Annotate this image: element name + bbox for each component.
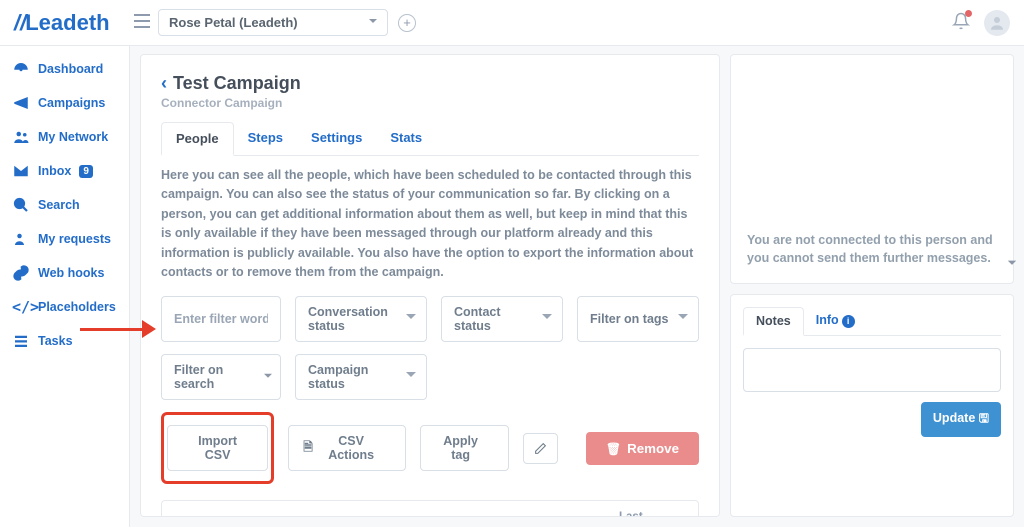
sidebar-item-network[interactable]: My Network	[0, 120, 129, 154]
notifications-icon[interactable]	[952, 12, 970, 33]
menu-toggle-icon[interactable]	[134, 14, 150, 31]
sidebar-item-inbox[interactable]: Inbox 9	[0, 154, 129, 188]
sidebar-item-campaigns[interactable]: Campaigns	[0, 86, 129, 120]
filter-contact-status[interactable]: Contact status	[441, 296, 563, 342]
filter-search[interactable]: Filter on search	[161, 354, 281, 400]
document-icon	[303, 438, 313, 459]
trash-icon	[606, 441, 621, 456]
help-text: Here you can see all the people, which h…	[161, 166, 699, 282]
notes-textarea[interactable]	[743, 348, 1001, 392]
user-avatar[interactable]	[984, 10, 1010, 36]
sidebar: Dashboard Campaigns My Network Inbox 9 S…	[0, 0, 130, 527]
campaign-title: Test Campaign	[173, 73, 301, 94]
filter-campaign-status[interactable]: Campaign status	[295, 354, 427, 400]
tab-notes[interactable]: Notes	[743, 307, 804, 336]
campaign-tabs: People Steps Settings Stats	[161, 122, 699, 156]
apply-tag-button[interactable]: Apply tag	[420, 425, 509, 471]
filter-conversation-status[interactable]: Conversation status	[295, 296, 427, 342]
not-connected-text: You are not connected to this person and…	[747, 231, 997, 267]
tab-people[interactable]: People	[161, 122, 234, 156]
tab-steps[interactable]: Steps	[234, 122, 297, 155]
sidebar-item-dashboard[interactable]: Dashboard	[0, 52, 129, 86]
edit-button[interactable]	[523, 433, 558, 464]
tab-settings[interactable]: Settings	[297, 122, 376, 155]
annotation-arrow	[80, 318, 156, 340]
tab-info[interactable]: Infoi	[804, 307, 867, 335]
info-icon: i	[842, 315, 855, 328]
campaign-subtitle: Connector Campaign	[161, 96, 699, 110]
csv-actions-button[interactable]: CSV Actions	[288, 425, 406, 471]
people-table: Picture Name Steps Tags Status Last Mess…	[161, 500, 699, 517]
remove-button[interactable]: Remove	[586, 432, 699, 465]
inbox-badge: 9	[79, 165, 93, 178]
sidebar-item-requests[interactable]: My requests	[0, 222, 129, 256]
tab-stats[interactable]: Stats	[376, 122, 436, 155]
add-account-button[interactable]: +	[398, 14, 416, 32]
update-button[interactable]: Update	[921, 402, 1001, 437]
sidebar-item-search[interactable]: Search	[0, 188, 129, 222]
back-icon[interactable]: ‹	[161, 73, 167, 94]
notification-dot	[965, 10, 972, 17]
col-last-message: Last Message	[619, 511, 686, 517]
campaign-panel: ‹ Test Campaign Connector Campaign Peopl…	[140, 54, 720, 517]
filter-tags[interactable]: Filter on tags	[577, 296, 699, 342]
import-csv-button[interactable]: Import CSV	[167, 425, 268, 471]
save-icon	[979, 411, 989, 425]
notes-panel: Notes Infoi Update	[730, 294, 1014, 517]
filter-words-input[interactable]	[161, 296, 281, 342]
account-selector[interactable]: Rose Petal (Leadeth)	[158, 9, 388, 36]
brand-logo[interactable]: //Leadeth	[14, 10, 130, 36]
import-highlight: Import CSV	[161, 412, 274, 484]
code-icon: </>	[12, 298, 30, 316]
connection-panel: You are not connected to this person and…	[730, 54, 1014, 284]
sidebar-item-webhooks[interactable]: Web hooks	[0, 256, 129, 290]
